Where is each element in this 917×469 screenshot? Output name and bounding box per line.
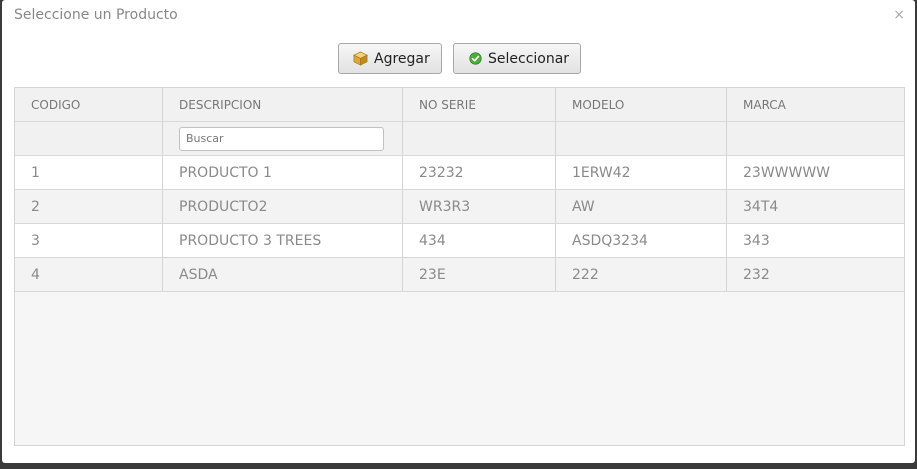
column-header-no-serie[interactable]: NO SERIE — [403, 88, 556, 121]
cell-codigo: 3 — [15, 224, 163, 257]
cell-descripcion: ASDA — [163, 258, 403, 291]
add-button-label: Agregar — [374, 50, 430, 67]
cell-no-serie: 434 — [403, 224, 556, 257]
filter-cell-modelo — [556, 122, 727, 155]
cell-marca: 34T4 — [743, 198, 779, 215]
filter-cell-no-serie — [403, 122, 556, 155]
cell-modelo: ASDQ3234 — [556, 224, 727, 257]
filter-cell-descripcion — [163, 122, 403, 155]
select-product-dialog: Seleccione un Producto × Agregar Selecci… — [2, 0, 915, 463]
filter-cell-marca — [727, 122, 904, 155]
cell-marca: 343 — [743, 232, 770, 249]
cell-descripcion: PRODUCTO 1 — [163, 156, 403, 189]
cell-modelo: 1ERW42 — [556, 156, 727, 189]
cell-marca: 23WWWWW — [743, 164, 831, 181]
column-header-modelo[interactable]: MODELO — [556, 88, 727, 121]
table-row[interactable]: 1 PRODUCTO 1 23232 1ERW42 23WWWWW — [15, 156, 904, 190]
cell-no-serie: 23232 — [403, 156, 556, 189]
cell-no-serie: WR3R3 — [403, 190, 556, 223]
add-button[interactable]: Agregar — [338, 43, 442, 74]
cell-codigo: 2 — [15, 190, 163, 223]
cell-descripcion: PRODUCTO2 — [163, 190, 403, 223]
products-grid: CODIGO DESCRIPCION NO SERIE MODELO MARCA… — [14, 87, 905, 446]
search-input[interactable] — [179, 126, 384, 151]
cell-codigo: 4 — [15, 258, 163, 291]
column-header-descripcion[interactable]: DESCRIPCION — [163, 88, 403, 121]
select-button[interactable]: Seleccionar — [453, 43, 581, 74]
filter-cell-codigo — [15, 122, 163, 155]
cell-marca: 232 — [743, 266, 770, 283]
column-header-codigo[interactable]: CODIGO — [15, 88, 163, 121]
cell-descripcion: PRODUCTO 3 TREES — [163, 224, 403, 257]
cell-codigo: 1 — [15, 156, 163, 189]
table-row[interactable]: 2 PRODUCTO2 WR3R3 AW 34T4 — [15, 190, 904, 224]
dialog-title: Seleccione un Producto — [14, 7, 178, 23]
table-row[interactable]: 4 ASDA 23E 222 232 — [15, 258, 904, 292]
table-row[interactable]: 3 PRODUCTO 3 TREES 434 ASDQ3234 343 — [15, 224, 904, 258]
table-header-row: CODIGO DESCRIPCION NO SERIE MODELO MARCA — [15, 88, 904, 122]
filter-row — [15, 122, 904, 156]
column-header-marca[interactable]: MARCA — [727, 88, 904, 121]
check-circle-icon — [469, 52, 482, 65]
select-button-label: Seleccionar — [488, 50, 570, 67]
cell-no-serie: 23E — [403, 258, 556, 291]
close-icon[interactable]: × — [893, 7, 905, 23]
box-icon — [353, 51, 368, 66]
cell-modelo: 222 — [556, 258, 727, 291]
cell-modelo: AW — [556, 190, 727, 223]
